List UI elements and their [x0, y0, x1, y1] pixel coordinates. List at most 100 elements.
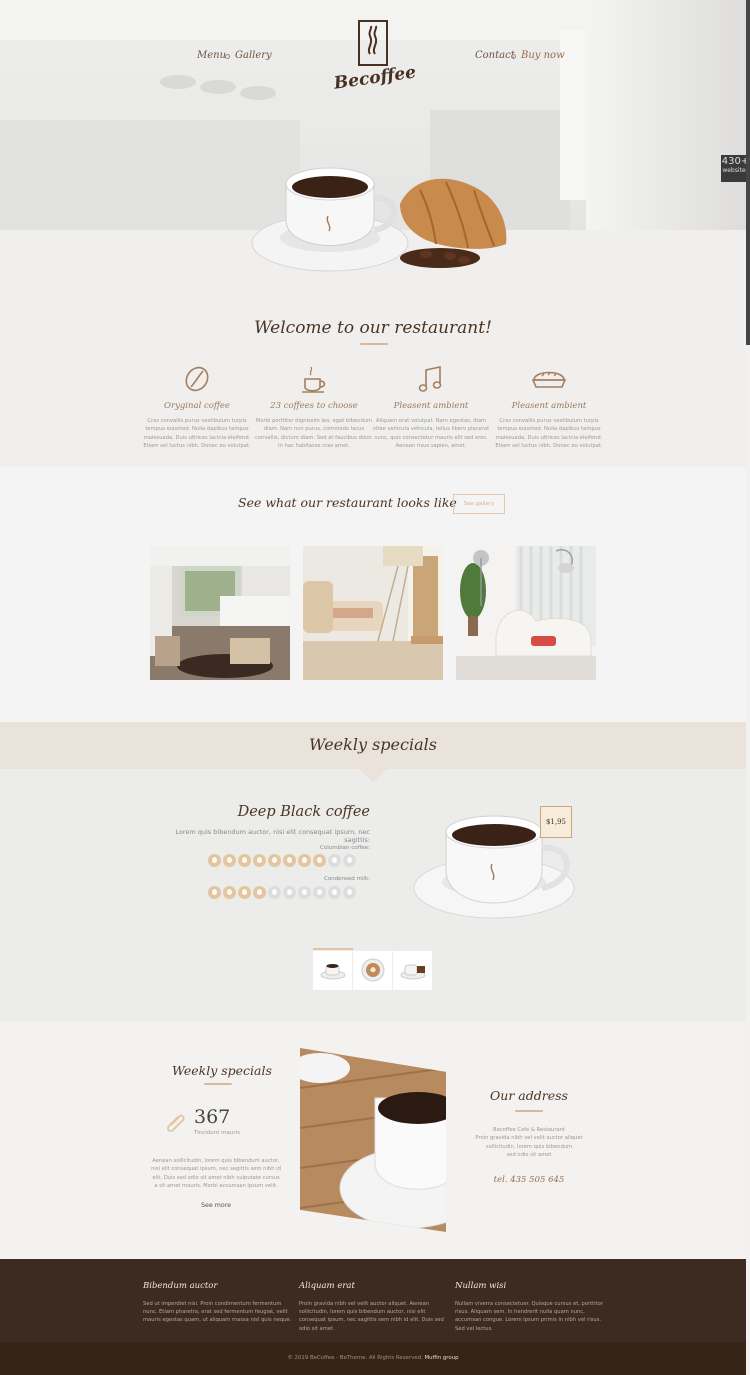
sofa-image — [456, 546, 596, 680]
steam-icon — [367, 25, 378, 55]
rating-drop-icon — [268, 854, 281, 867]
hero-stool — [160, 75, 196, 89]
hero-stool — [240, 86, 276, 100]
footer-title: Nullam wisi — [455, 1281, 507, 1291]
address-line: Proin gravida nibh vel velit auctor aliq… — [475, 1135, 583, 1142]
page: Menu Gallery Contact Buy now Becoffee 43… — [0, 0, 750, 1375]
footer-column: Aliquam erat Proin gravida nibh vel veli… — [299, 1281, 449, 1333]
see-more-link[interactable]: See more — [196, 1202, 236, 1209]
rating-drop-icon — [298, 886, 311, 899]
title-divider — [204, 1083, 232, 1085]
price-tag: $1,95 — [540, 806, 572, 838]
product-title: Deep Black coffee — [237, 804, 370, 820]
hero-coffee-cup-image — [251, 167, 507, 272]
music-note-icon — [418, 366, 442, 392]
scrollbar[interactable] — [746, 0, 750, 345]
feature-text: Cras convallis purus vestibulum turpis t… — [495, 418, 603, 449]
logo-mark[interactable] — [358, 20, 388, 66]
thumb-espresso[interactable] — [393, 951, 433, 990]
product-description: Lorem quis bibendum auctor, nisi elit co… — [175, 828, 370, 844]
pie-icon — [531, 371, 567, 388]
footer-column: Nullam wisi Nullam viverra consectetuer.… — [455, 1281, 605, 1333]
weekly-specials-title: Weekly specials — [309, 735, 437, 754]
footer-title: Bibendum auctor — [143, 1281, 218, 1291]
feature-text: Aliquam erat volutpat. Nam egestas, diam… — [372, 418, 490, 449]
thumb-latte[interactable] — [353, 951, 393, 990]
gallery-photo-lounge[interactable] — [303, 546, 443, 680]
feature-item: Pleasent ambient Aliquam erat volutpat. … — [372, 365, 490, 450]
gallery-photo-interior[interactable] — [150, 546, 290, 680]
rating-drop-icon — [238, 854, 251, 867]
see-gallery-button[interactable]: See gallery — [453, 494, 505, 514]
rating-drop-icon — [313, 886, 326, 899]
copyright: © 2019 BeCoffee - BeTheme. All Rights Re… — [0, 1355, 746, 1361]
nav-gallery[interactable]: Gallery — [235, 50, 272, 61]
address-block: Becoffee Cafe & Restaurant Proin gravida… — [470, 1126, 588, 1159]
gallery-title: See what our restaurant looks like — [238, 495, 457, 510]
specials-text: Aenean sollicitudin, lorem quis bibendum… — [151, 1158, 281, 1190]
espresso-thumbnail — [400, 964, 426, 980]
footer-text: Nullam viverra consectetuer. Quisque cur… — [455, 1301, 603, 1332]
rating-drop-icon — [253, 854, 266, 867]
rating-drop-icon — [313, 854, 326, 867]
coffee-bean-icon — [185, 366, 209, 392]
rating-drop-icon — [223, 886, 236, 899]
copyright-link[interactable]: Muffin group — [424, 1355, 458, 1361]
welcome-title: Welcome to our restaurant! — [254, 318, 492, 338]
rating-drop-icon — [208, 886, 221, 899]
counter-label: Tincidunt mauris — [194, 1130, 240, 1136]
rating-drop-icon — [283, 854, 296, 867]
rating-milk — [208, 886, 356, 899]
cup-thumbnail — [320, 964, 346, 980]
feature-text: Cras convallis purus vestibulum turpis t… — [143, 418, 251, 449]
feature-title: Pleasent ambient — [511, 401, 587, 411]
hero-wall — [586, 0, 746, 230]
gallery-photo-sofa[interactable] — [456, 546, 596, 680]
rating-drop-icon — [328, 854, 341, 867]
websites-label: websites — [722, 167, 749, 174]
rating-drop-icon — [343, 854, 356, 867]
coffee-table-photo — [300, 1048, 446, 1232]
address-line: Becoffee Cafe & Restaurant — [493, 1127, 565, 1133]
rating-label: Columbian coffee: — [320, 845, 370, 851]
footer-column: Bibendum auctor Sed ut imperdiet nisi. P… — [143, 1281, 293, 1325]
footer-title: Aliquam erat — [299, 1281, 355, 1291]
feature-title: Oryginal coffee — [164, 401, 230, 411]
rating-drop-icon — [208, 854, 221, 867]
rating-columbian — [208, 854, 356, 867]
interior-image — [150, 546, 290, 680]
rating-label: Condensed milk: — [324, 876, 370, 882]
nav-separator — [225, 54, 230, 59]
feature-title: 23 coffees to choose — [270, 401, 358, 411]
product-thumbnails — [313, 948, 433, 990]
coffee-cup-icon — [302, 366, 326, 393]
rating-drop-icon — [343, 886, 356, 899]
hero-stool — [200, 80, 236, 94]
phone-number[interactable]: tel. 435 505 645 — [470, 1175, 588, 1185]
paperclip-icon — [167, 1114, 185, 1132]
feature-text: Morbi porttitor dignissim leo, eget bibe… — [255, 418, 373, 449]
copyright-text: © 2019 BeCoffee - BeTheme. All Rights Re… — [287, 1355, 423, 1361]
latte-thumbnail — [361, 958, 385, 982]
footer-text: Sed ut imperdiet nisi. Proin condimentum… — [143, 1301, 292, 1324]
thumb-black-coffee[interactable] — [313, 948, 353, 990]
footer-text: Proin gravida nibh vel velit auctor aliq… — [299, 1301, 444, 1332]
rating-drop-icon — [268, 886, 281, 899]
rating-drop-icon — [223, 854, 236, 867]
title-divider — [515, 1110, 543, 1112]
header-arrow — [359, 769, 387, 783]
feature-item: Pleasent ambient Cras convallis purus ve… — [490, 365, 608, 450]
nav-contact[interactable]: Contact — [475, 50, 515, 61]
feature-item: Oryginal coffee Cras convallis purus ves… — [138, 365, 256, 450]
address-line: sollicitudin, lorem quis bibendum — [485, 1143, 573, 1150]
rating-drop-icon — [253, 886, 266, 899]
specials-counter-title: Weekly specials — [172, 1063, 272, 1078]
address-line: sed odio sit amet — [506, 1151, 552, 1158]
nav-buy-now[interactable]: Buy now — [521, 50, 565, 61]
coffee-table-image — [300, 1048, 446, 1232]
rating-drop-icon — [328, 886, 341, 899]
nav-separator — [511, 54, 516, 59]
title-divider — [360, 343, 388, 345]
nav-menu[interactable]: Menu — [197, 50, 226, 61]
specials-counter: 367 — [194, 1106, 231, 1128]
